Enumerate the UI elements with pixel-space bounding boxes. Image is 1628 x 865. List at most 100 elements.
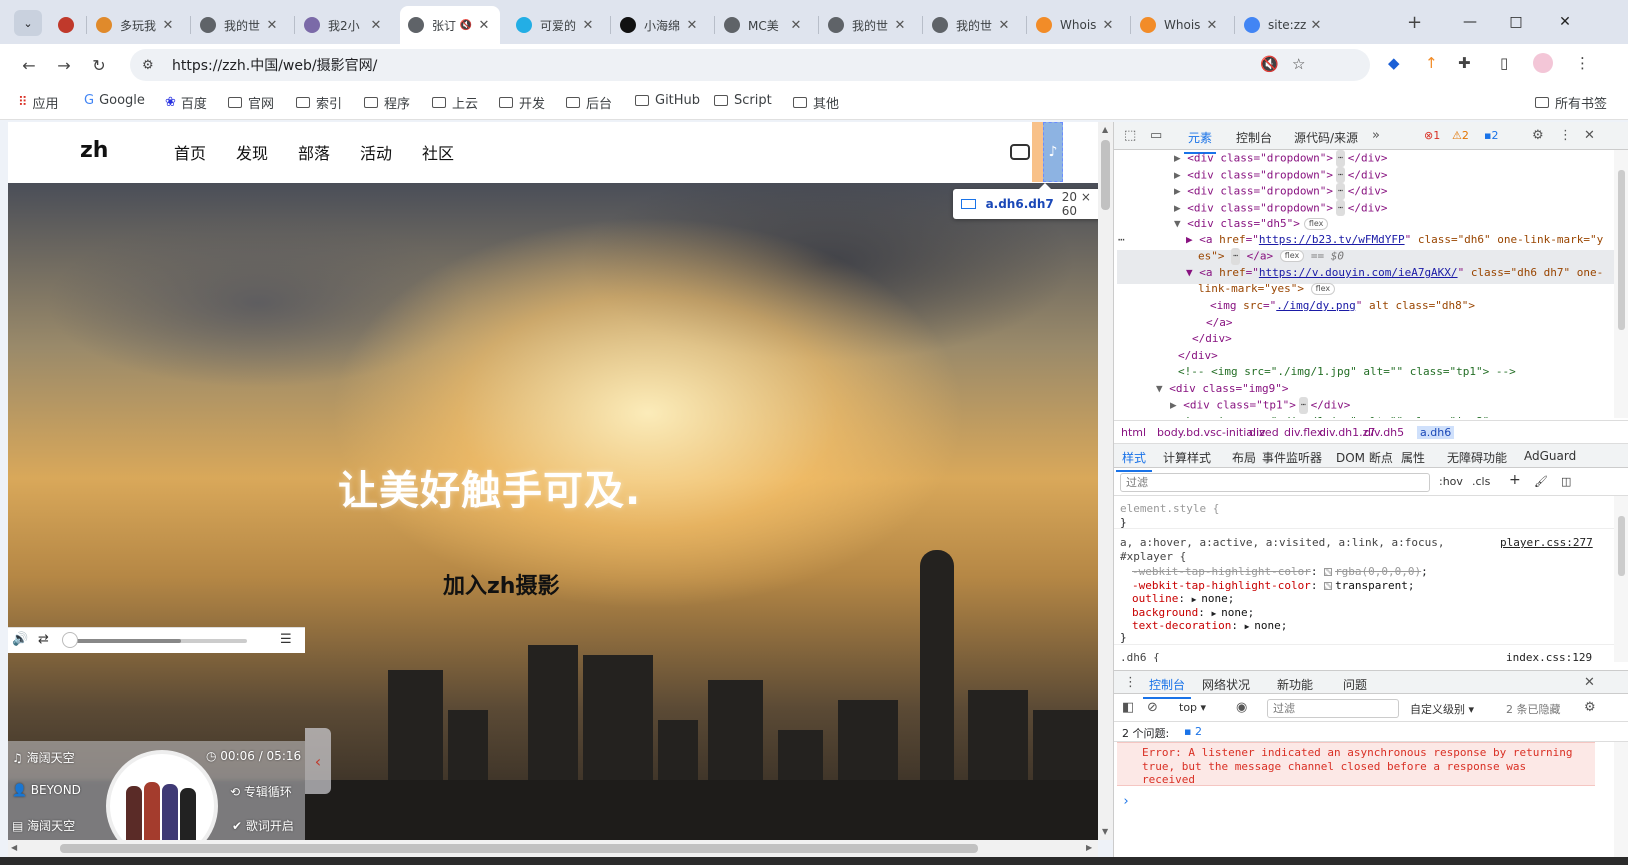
bookmark-item[interactable]: 索引	[296, 93, 342, 112]
close-tab-icon[interactable]: ✕	[788, 18, 804, 33]
bilibili-icon[interactable]	[1010, 144, 1030, 160]
css-property[interactable]: -webkit-tap-highlight-color: rgba(0,0,0,…	[1132, 565, 1428, 579]
css-property[interactable]: outline: ▶ none;	[1132, 592, 1234, 607]
dom-node[interactable]: </div>	[1192, 331, 1232, 348]
rule-selector-cont[interactable]: #xplayer {	[1120, 550, 1186, 564]
error-count[interactable]: ⊗ 1	[1424, 129, 1440, 142]
node-ellipsis[interactable]: ⋯	[1118, 232, 1125, 249]
nav-community[interactable]: 社区	[422, 140, 454, 164]
drawer-tab[interactable]: 新功能	[1277, 676, 1313, 693]
collapsed-dots[interactable]: ⋯	[1335, 166, 1345, 183]
scroll-left-icon[interactable]: ◀	[11, 843, 17, 852]
styles-tab[interactable]: DOM 断点	[1336, 449, 1393, 466]
browser-tab[interactable]: site:zz ✕	[1236, 6, 1332, 44]
bookmark-item[interactable]: 官网	[228, 93, 274, 112]
bookmark-item[interactable]: 其他	[793, 93, 839, 112]
collapsed-dots[interactable]: ⋯	[1335, 150, 1345, 167]
log-level-select[interactable]: 自定义级别 ▾	[1410, 701, 1474, 717]
device-toggle-icon[interactable]: ▭	[1150, 128, 1162, 143]
bookmark-item[interactable]: Script	[714, 93, 772, 108]
lyrics-toggle[interactable]: ✔ 歌词开启	[232, 817, 294, 834]
bookmark-item[interactable]: 上云	[432, 93, 478, 112]
dom-node[interactable]: ▼ <div class="dh5"> flex	[1174, 216, 1329, 233]
browser-tab[interactable]: Whois ✕	[1028, 6, 1124, 44]
tab-search-button[interactable]: ⌄	[14, 10, 42, 36]
browser-tab[interactable]: 我的世 ✕	[924, 6, 1020, 44]
collapsed-dots[interactable]: ⋯	[1335, 183, 1345, 200]
close-tab-icon[interactable]: ✕	[1308, 18, 1324, 33]
bookmark-item[interactable]: 程序	[364, 93, 410, 112]
styles-tab[interactable]: AdGuard	[1524, 449, 1576, 463]
join-button[interactable]: 加入zh摄影	[443, 568, 559, 600]
bookmark-item[interactable]: G Google	[84, 93, 145, 108]
scroll-down-icon[interactable]: ▼	[1102, 827, 1108, 836]
close-tab-icon[interactable]: ✕	[368, 18, 384, 33]
tab-console[interactable]: 控制台	[1236, 129, 1272, 146]
browser-tab[interactable]: MC美 ✕	[716, 6, 812, 44]
scroll-thumb[interactable]	[1101, 140, 1110, 210]
styles-tab[interactable]: 无障碍功能	[1447, 449, 1507, 466]
bookmark-item[interactable]: 后台	[566, 93, 612, 112]
extension-arrow-icon[interactable]: ↑	[1425, 54, 1438, 72]
styles-tab[interactable]: 属性	[1401, 449, 1425, 466]
dom-node[interactable]: ▶ <div class="dropdown"> ⋯ </div>	[1174, 199, 1388, 217]
bookmark-star-icon[interactable]: ☆	[1292, 55, 1305, 73]
scroll-up-icon[interactable]: ▲	[1102, 125, 1108, 134]
styles-tab[interactable]: 事件监听器	[1262, 449, 1322, 466]
drawer-menu-icon[interactable]: ⋮	[1124, 675, 1137, 690]
scroll-thumb[interactable]	[1618, 516, 1625, 576]
dom-node-a2-cont[interactable]: link-mark="yes"> flex	[1198, 281, 1336, 298]
menu-icon[interactable]: ⋮	[1575, 54, 1590, 72]
dom-node[interactable]: ▶ <div class="tp1"> ⋯ </div>	[1170, 397, 1350, 414]
color-swatch[interactable]	[1324, 581, 1333, 590]
nav-activity[interactable]: 活动	[360, 140, 392, 164]
devtools-menu-icon[interactable]: ⋮	[1559, 128, 1572, 143]
rule-selector[interactable]: a, a:hover, a:active, a:visited, a:link,…	[1120, 536, 1445, 550]
console-settings-icon[interactable]: ⚙	[1584, 700, 1596, 715]
page-horizontal-scrollbar[interactable]: ◀ ▶	[8, 840, 1098, 857]
dom-scrollbar[interactable]	[1614, 150, 1628, 418]
player-toggle-button[interactable]: ‹	[305, 728, 331, 794]
browser-tab[interactable]: Whois ✕	[1132, 6, 1228, 44]
tab-sources[interactable]: 源代码/来源	[1294, 129, 1358, 146]
page-vertical-scrollbar[interactable]: ▲ ▼	[1098, 122, 1113, 840]
styles-tab[interactable]: 计算样式	[1163, 449, 1211, 466]
address-bar[interactable]: ⚙ https://zzh.中国/web/摄影官网/ 🔇 ☆	[130, 49, 1370, 81]
sidebar-icon[interactable]: ◧	[1122, 700, 1134, 715]
nav-tribe[interactable]: 部落	[298, 140, 330, 164]
dom-node-a2[interactable]: ▼ <a href="https://v.douyin.com/ieA7gAKX…	[1186, 265, 1603, 282]
expand-icon[interactable]: ▶	[1192, 595, 1202, 604]
console-prompt[interactable]: ›	[1122, 794, 1130, 809]
maximize-button[interactable]: □	[1496, 8, 1536, 36]
bookmark-item[interactable]: ❀ 百度	[165, 93, 207, 112]
inspect-icon[interactable]: ⬚	[1124, 128, 1136, 143]
scroll-thumb[interactable]	[1618, 170, 1625, 330]
drawer-tab[interactable]: 控制台	[1142, 676, 1192, 699]
breadcrumb-item[interactable]: div	[1249, 426, 1266, 439]
reload-button[interactable]: ↻	[86, 52, 112, 78]
warning-count[interactable]: ⚠ 2	[1452, 129, 1469, 142]
issues-row[interactable]: 2 个问题: ▪ 2	[1114, 722, 1628, 742]
dom-node-a1-cont[interactable]: es"> ⋯ </a> flex == $0	[1198, 248, 1344, 265]
eye-icon[interactable]: ◉	[1236, 700, 1247, 715]
styles-scrollbar[interactable]	[1614, 496, 1628, 662]
breadcrumb-item[interactable]: div.flex	[1284, 426, 1323, 439]
close-tab-icon[interactable]: ✕	[264, 18, 280, 33]
repeat-icon[interactable]: ⇄	[38, 632, 49, 647]
dom-node[interactable]: ▶ <div class="dropdown"> ⋯ </div>	[1174, 150, 1388, 167]
paint-icon[interactable]: 🖌	[1534, 475, 1548, 488]
close-tab-icon[interactable]: ✕	[892, 18, 908, 33]
dom-node[interactable]: </div>	[1178, 348, 1218, 365]
progress-knob[interactable]	[62, 632, 78, 648]
loop-mode[interactable]: ⟲ 专辑循环	[230, 783, 292, 800]
browser-tab[interactable]	[50, 6, 80, 44]
add-rule-icon[interactable]: +	[1509, 472, 1521, 488]
console-scrollbar[interactable]	[1614, 742, 1628, 857]
back-button[interactable]: ←	[16, 52, 42, 78]
close-window-button[interactable]: ✕	[1545, 8, 1585, 36]
browser-tab[interactable]: 可爱的 ✕	[508, 6, 604, 44]
dom-node-img[interactable]: <img src="./img/dy.png" alt class="dh8">	[1210, 298, 1475, 315]
rule2-source-link[interactable]: index.css:129	[1506, 651, 1592, 662]
console-filter-input[interactable]	[1267, 699, 1399, 718]
message-count[interactable]: ▪ 2	[1484, 129, 1498, 142]
